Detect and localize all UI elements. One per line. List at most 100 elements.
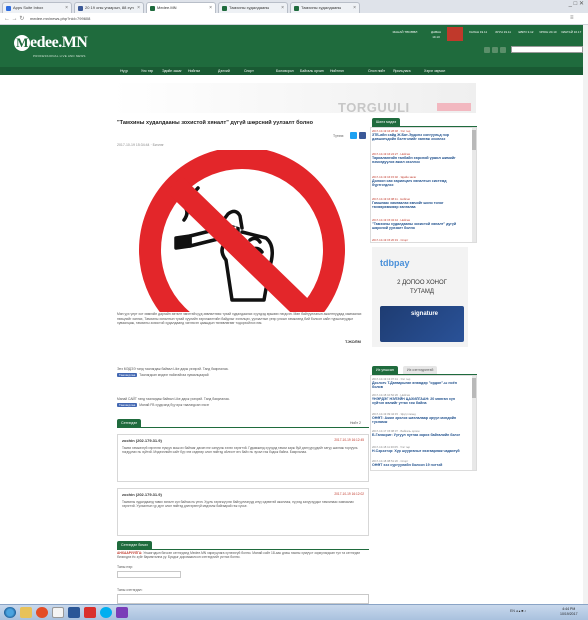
word-icon[interactable] bbox=[68, 607, 80, 618]
skype-icon[interactable] bbox=[100, 607, 112, 618]
nav-item[interactable]: Нүүр bbox=[120, 67, 128, 75]
banner-text: TORGUULI bbox=[338, 100, 410, 115]
nav-item[interactable]: Нийтлэл bbox=[330, 67, 344, 75]
tab-close-icon[interactable]: × bbox=[281, 3, 284, 13]
news-item[interactable]: 2017-10-19 13:07:41 · Улс төр Дэслэгч Т.Д… bbox=[372, 377, 468, 390]
no-smoking-image bbox=[114, 150, 370, 312]
comment-author: zochin (202.179.31.9) bbox=[122, 438, 162, 443]
notepad-icon[interactable] bbox=[52, 607, 64, 618]
window-controls[interactable]: _ □ ✕ bbox=[569, 0, 588, 12]
top-link[interactable]: МАНАЙ ТӨСӨӨЛ bbox=[385, 28, 425, 38]
top-banner[interactable] bbox=[112, 83, 476, 113]
twitter-share-icon[interactable] bbox=[350, 132, 357, 139]
facebook-icon[interactable] bbox=[484, 47, 490, 53]
news-item[interactable]: 2017-10-19 15:34:44 · Нийгэм "Тамхины худ… bbox=[372, 218, 468, 231]
search-input[interactable] bbox=[511, 46, 583, 53]
ad-brand: tdbpay bbox=[380, 258, 410, 268]
nav-item[interactable]: Дэлхий bbox=[218, 67, 230, 75]
comment-author: zochin (202.179.31.9) bbox=[122, 492, 162, 497]
nav-item[interactable]: Хэрэг зөрчил bbox=[424, 67, 445, 75]
browser-tab-active[interactable]: Medee.MN × bbox=[146, 2, 216, 13]
article-body: Мян уух үерт хот хөмгийн даргайн хөтөлт … bbox=[117, 312, 362, 325]
news-item[interactable]: 2017-10-18 10:52:26 · Нийгэм ҮНЭРДЭГ НЭЛЭ… bbox=[372, 393, 468, 406]
divider bbox=[117, 549, 369, 550]
scrollbar-thumb[interactable] bbox=[472, 130, 476, 150]
top-link[interactable]: ЯПОН 20.10 bbox=[538, 28, 558, 38]
top-link[interactable]: ЧИНТАЙ 16.17 bbox=[560, 28, 582, 38]
top-link[interactable]: ДАВАА 19.10 bbox=[427, 28, 445, 39]
news-item[interactable]: 2017-10-19 15:20:19 · Спорт bbox=[372, 238, 468, 242]
divider bbox=[117, 427, 369, 428]
tab-favicon-icon bbox=[294, 6, 299, 11]
site-logo[interactable]: Medee.MN bbox=[14, 34, 88, 52]
system-tray[interactable]: EN ◂ ▴ ■ ♪ bbox=[510, 609, 526, 613]
nav-item[interactable]: Эдийн засаг bbox=[162, 67, 182, 75]
weather-icon bbox=[447, 27, 463, 41]
comment-text: Тамхины худалдаанд тавих хяналт сул байг… bbox=[122, 500, 354, 509]
browser-tab[interactable]: 20 19 оны угаарын, 88 хүн × bbox=[74, 2, 144, 13]
nav-item[interactable]: Нийгэм bbox=[188, 67, 200, 75]
comment-count: Нийт 2 bbox=[350, 421, 361, 425]
top-link[interactable]: ЕВРО 3.12 bbox=[516, 28, 536, 38]
nav-item[interactable]: Спорт bbox=[244, 67, 254, 75]
tab-write-comment[interactable]: Сэтгэгдэл бичих bbox=[117, 541, 153, 549]
comment-textarea[interactable] bbox=[117, 594, 369, 604]
start-button-icon[interactable] bbox=[4, 607, 16, 618]
tab-close-icon[interactable]: × bbox=[209, 3, 212, 13]
app-icon[interactable] bbox=[116, 607, 128, 618]
explorer-icon[interactable] bbox=[20, 607, 32, 618]
fb-like-button[interactable]: Таалагдлаа bbox=[117, 373, 138, 377]
nav-item[interactable]: Боловсрол bbox=[276, 67, 294, 75]
tab-favicon-icon bbox=[78, 6, 83, 11]
nav-item[interactable]: Улс төр bbox=[141, 67, 153, 75]
name-label: Таны нэр: bbox=[117, 565, 133, 569]
article-author: Т.ЖОЛМ bbox=[345, 339, 361, 344]
tab-comments[interactable]: Сэтгэгдэл bbox=[117, 419, 142, 427]
tab-favicon-icon bbox=[150, 6, 155, 11]
menu-icon[interactable]: ≡ bbox=[570, 15, 574, 21]
news-item[interactable]: 2017-10-19 16:08:11 · Нийгэм Гамшгаас хам… bbox=[372, 197, 468, 210]
tab-most-commented[interactable]: Их сэтгэгдэлтэй bbox=[403, 366, 438, 374]
facebook-share-icon[interactable] bbox=[359, 132, 366, 139]
browser-tab[interactable]: Тамхины худалдааны × bbox=[218, 2, 288, 13]
fb-like-button[interactable]: Таалагдлаа bbox=[117, 403, 138, 407]
taskbar-clock[interactable]: 4:44 PM 10/19/2017 bbox=[560, 607, 578, 616]
name-input[interactable] bbox=[117, 571, 181, 578]
comment-text: Тамхи хэмжээгүй хэрэглэх хүмүүс маш их б… bbox=[122, 446, 358, 455]
nav-item[interactable]: Байгаль орчин bbox=[300, 67, 324, 75]
pdf-icon[interactable] bbox=[84, 607, 96, 618]
news-item[interactable]: 2017-10-17 15:08:37 · Байгаль орчин Б.Ган… bbox=[372, 429, 468, 437]
scrollbar-thumb[interactable] bbox=[472, 378, 476, 398]
comment-date: 2017-10-19 16:12:45 bbox=[334, 438, 364, 442]
chrome-icon[interactable] bbox=[36, 607, 48, 618]
tab-close-icon[interactable]: × bbox=[353, 3, 356, 13]
site-tagline: PROFESSIONAL LIVE AND NEWS bbox=[33, 54, 86, 58]
news-item[interactable]: 2017-10-18 11:30:05 · Улс төр Н.Сэрээтэр:… bbox=[372, 445, 468, 453]
fb-like-row: Таалагдлаа Таалагдсан мэдээг найзтайгаа х… bbox=[117, 373, 209, 377]
rss-icon[interactable] bbox=[500, 47, 506, 53]
news-item[interactable]: 2017-10-18 08:51:20 · Спорт ОНӨТ хээ сург… bbox=[372, 459, 468, 467]
news-item[interactable]: 2017-10-19 16:28:48 · Улс төр ЗТБ-ийн сай… bbox=[372, 129, 468, 142]
tab-most-read[interactable]: Их уншсан bbox=[372, 366, 398, 374]
logo-mark: M bbox=[14, 35, 30, 51]
nav-item[interactable]: Ярилцлага bbox=[393, 67, 411, 75]
browser-tab[interactable]: Тамхины худалдааны × bbox=[290, 2, 360, 13]
twitter-icon[interactable] bbox=[492, 47, 498, 53]
tab-close-icon[interactable]: × bbox=[65, 3, 68, 13]
article-meta: 2017-10-19 15:34:44 · Бичлэг bbox=[117, 143, 164, 147]
tab-latest-news[interactable]: Шинэ мэдээ bbox=[372, 118, 401, 126]
nav-item[interactable]: Олон нийт bbox=[368, 67, 385, 75]
page-scrollbar[interactable] bbox=[583, 25, 588, 604]
top-link[interactable]: ХАЛАН 19.11 bbox=[466, 28, 490, 38]
tab-close-icon[interactable]: × bbox=[137, 3, 140, 13]
news-item[interactable]: 2017-10-19 16:15:02 · Эдийн засаг Долоон … bbox=[372, 175, 468, 188]
news-item[interactable]: 2017-10-19 09:44:15 · Эрүүл мэнд ОНӨТ: Аж… bbox=[372, 412, 468, 425]
ad-line: 2 ДОПОО ХОНОГ bbox=[397, 280, 447, 286]
tab-favicon-icon bbox=[222, 6, 227, 11]
url-input[interactable]: medee.mn/news.php?nid=799608 bbox=[30, 15, 550, 23]
browser-tab[interactable]: Apps Suite Inbox × bbox=[2, 2, 72, 13]
news-item[interactable]: 2017-10-19 16:24:27 · Нийгэм Тариалангийн… bbox=[372, 152, 468, 165]
nav-arrows-icon[interactable]: ← → ↻ bbox=[4, 15, 24, 22]
card-text: signature bbox=[411, 311, 439, 317]
top-link[interactable]: ЗУУН 19.11 bbox=[492, 28, 514, 38]
